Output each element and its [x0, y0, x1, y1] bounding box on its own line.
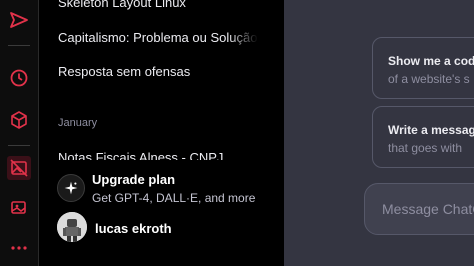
rail-divider [8, 45, 30, 46]
user-name: lucas ekroth [95, 221, 172, 236]
suggestion-card[interactable]: Show me a code of a website's s [372, 37, 474, 99]
suggestion-subtitle: that goes with [388, 141, 463, 155]
history-group-label: January [58, 117, 98, 129]
suggestion-title: Show me a code [388, 54, 474, 68]
chat-history-sidebar: Skeleton Layout Linux Capitalismo: Probl… [39, 0, 284, 266]
main-chat-area: Show me a code of a website's s Write a … [284, 0, 474, 266]
message-composer [364, 183, 474, 235]
send-icon[interactable] [7, 8, 31, 32]
upgrade-title: Upgrade plan [92, 172, 176, 187]
suggestion-subtitle: of a website's s [388, 72, 470, 86]
avatar [57, 212, 87, 242]
gallery-icon[interactable] [7, 195, 31, 219]
icon-rail [0, 0, 39, 266]
clock-icon[interactable] [7, 66, 31, 90]
upgrade-subtitle: Get GPT-4, DALL·E, and more [92, 191, 256, 205]
more-icon[interactable] [7, 236, 31, 260]
rail-divider [8, 145, 30, 146]
history-item[interactable]: Resposta sem ofensas [58, 64, 258, 79]
history-item[interactable]: Capitalismo: Problema ou Solução [58, 30, 258, 45]
upgrade-plan-button[interactable]: Upgrade plan Get GPT-4, DALL·E, and more [57, 170, 277, 210]
image-off-icon[interactable] [7, 156, 31, 180]
cube-icon[interactable] [7, 108, 31, 132]
user-menu-button[interactable]: lucas ekroth [57, 212, 277, 246]
history-item[interactable]: Skeleton Layout Linux [58, 0, 258, 10]
message-input[interactable] [380, 198, 474, 220]
sparkle-icon [57, 174, 85, 202]
sidebar-footer: Upgrade plan Get GPT-4, DALL·E, and more… [39, 160, 284, 266]
suggestion-title: Write a message [388, 123, 474, 137]
suggestion-card[interactable]: Write a message that goes with [372, 106, 474, 168]
